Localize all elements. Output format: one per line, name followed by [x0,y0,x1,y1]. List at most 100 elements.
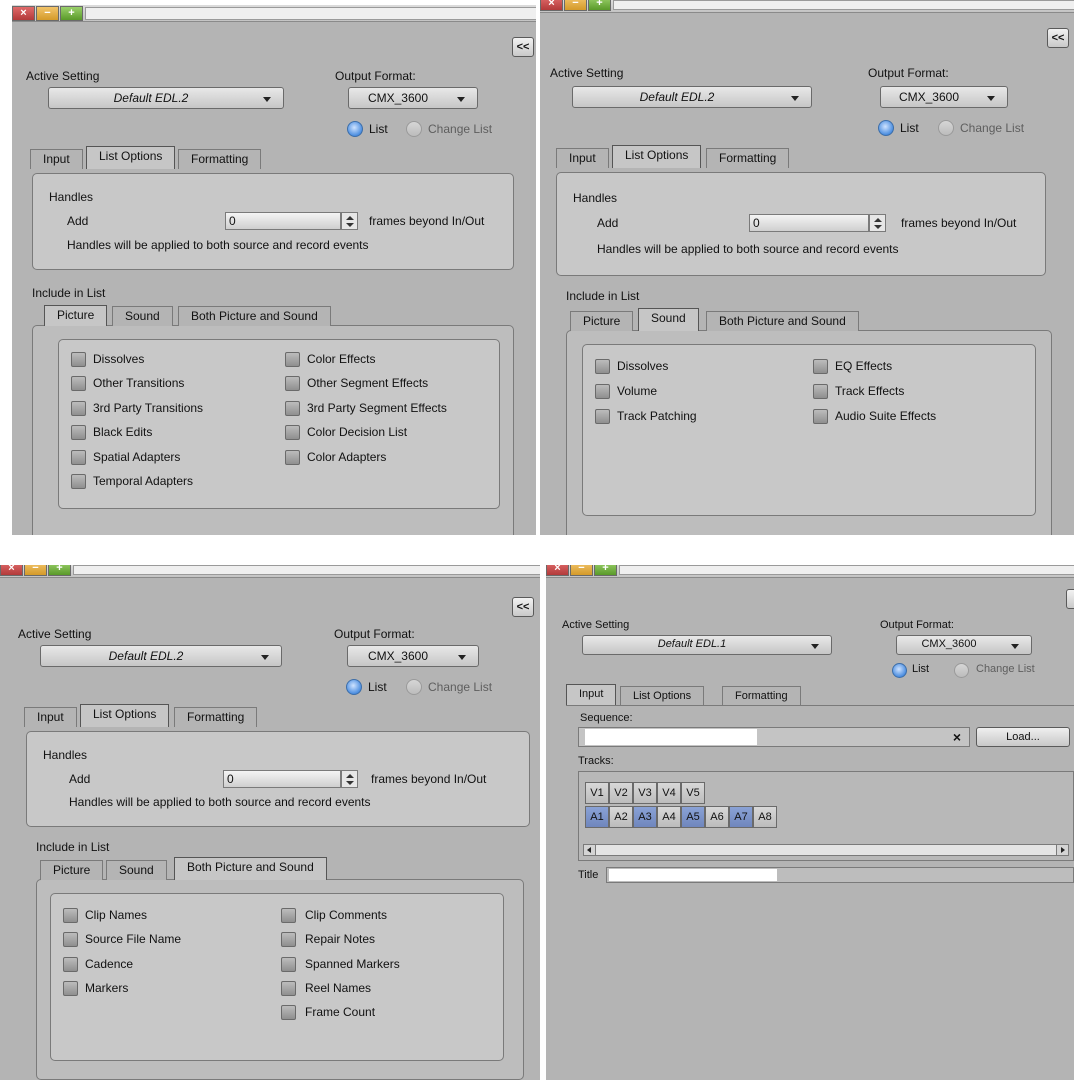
subtab-sound[interactable]: Sound [106,860,167,880]
close-icon[interactable]: × [953,729,961,745]
checkbox-other-transitions[interactable] [71,376,86,391]
load-button[interactable]: Load... [976,727,1070,747]
title-input[interactable] [609,869,777,881]
checkbox-dissolves[interactable] [71,352,86,367]
sequence-input[interactable] [585,729,757,745]
checkbox-clip-names[interactable] [63,908,78,923]
handles-frames-input[interactable]: 0 [225,212,341,230]
handles-stepper[interactable] [341,770,358,788]
change-list-radio[interactable] [954,663,969,678]
checkbox-color-decision-list[interactable] [285,425,300,440]
tab-input[interactable]: Input [566,684,617,705]
tab-input[interactable]: Input [30,149,83,169]
output-format-dropdown[interactable]: CMX_3600 [348,87,478,109]
tab-list-options[interactable]: List Options [80,704,170,727]
checkbox-volume[interactable] [595,384,610,399]
handles-frames-input[interactable]: 0 [749,214,869,232]
checkbox-track-effects[interactable] [813,384,828,399]
track-a1[interactable]: A1 [585,806,609,828]
track-v4[interactable]: V4 [657,782,681,804]
track-v2[interactable]: V2 [609,782,633,804]
checkbox-cadence[interactable] [63,957,78,972]
tab-formatting[interactable]: Formatting [174,707,258,727]
track-a5[interactable]: A5 [681,806,705,828]
subtab-both[interactable]: Both Picture and Sound [706,311,859,331]
subtab-both[interactable]: Both Picture and Sound [178,306,331,326]
track-v1[interactable]: V1 [585,782,609,804]
minimize-window-button[interactable]: − [570,565,593,576]
subtab-sound[interactable]: Sound [112,306,173,326]
change-list-radio[interactable] [406,121,422,137]
checkbox-spatial-adapters[interactable] [71,450,86,465]
close-window-button[interactable]: × [0,565,23,576]
active-setting-dropdown[interactable]: Default EDL.2 [48,87,284,109]
checkbox-audio-suite-effects[interactable] [813,409,828,424]
collapse-button[interactable] [1066,589,1074,609]
checkbox-clip-comments[interactable] [281,908,296,923]
track-v3[interactable]: V3 [633,782,657,804]
minimize-window-button[interactable]: − [36,6,59,21]
track-a4[interactable]: A4 [657,806,681,828]
title-field[interactable] [606,867,1074,883]
active-setting-dropdown[interactable]: Default EDL.2 [572,86,812,108]
track-a3[interactable]: A3 [633,806,657,828]
close-window-button[interactable]: × [546,565,569,576]
change-list-radio[interactable] [938,120,954,136]
checkbox-markers[interactable] [63,981,78,996]
handles-stepper[interactable] [869,214,886,232]
checkbox-dissolves[interactable] [595,359,610,374]
close-window-button[interactable]: × [12,6,35,21]
maximize-window-button[interactable]: + [594,565,617,576]
subtab-both[interactable]: Both Picture and Sound [174,857,327,880]
tracks-scrollbar[interactable] [583,844,1069,856]
checkbox-3rd-party-segment-effects[interactable] [285,401,300,416]
sequence-field[interactable]: × [578,727,970,747]
active-setting-dropdown[interactable]: Default EDL.2 [40,645,282,667]
scroll-right-icon[interactable] [1056,845,1068,855]
change-list-radio[interactable] [406,679,422,695]
tab-formatting[interactable]: Formatting [722,686,801,705]
tab-list-options[interactable]: List Options [620,686,705,705]
maximize-window-button[interactable]: + [588,0,611,11]
minimize-window-button[interactable]: − [564,0,587,11]
checkbox-color-effects[interactable] [285,352,300,367]
list-radio[interactable] [878,120,894,136]
list-radio[interactable] [347,121,363,137]
tab-formatting[interactable]: Formatting [706,148,790,168]
track-a8[interactable]: A8 [753,806,777,828]
checkbox-temporal-adapters[interactable] [71,474,86,489]
tab-list-options[interactable]: List Options [86,146,176,169]
checkbox-black-edits[interactable] [71,425,86,440]
output-format-dropdown[interactable]: CMX_3600 [347,645,479,667]
checkbox-source-file-name[interactable] [63,932,78,947]
output-format-dropdown[interactable]: CMX_3600 [896,635,1032,655]
collapse-button[interactable]: << [1047,28,1069,48]
active-setting-dropdown[interactable]: Default EDL.1 [582,635,832,655]
tab-list-options[interactable]: List Options [612,145,702,168]
tab-formatting[interactable]: Formatting [178,149,262,169]
list-radio[interactable] [892,663,907,678]
tab-input[interactable]: Input [556,148,609,168]
subtab-picture[interactable]: Picture [44,305,108,326]
minimize-window-button[interactable]: − [24,565,47,576]
maximize-window-button[interactable]: + [60,6,83,21]
checkbox-track-patching[interactable] [595,409,610,424]
checkbox-repair-notes[interactable] [281,932,296,947]
maximize-window-button[interactable]: + [48,565,71,576]
checkbox-spanned-markers[interactable] [281,957,296,972]
subtab-sound[interactable]: Sound [638,308,699,331]
tab-input[interactable]: Input [24,707,77,727]
checkbox-color-adapters[interactable] [285,450,300,465]
track-a6[interactable]: A6 [705,806,729,828]
collapse-button[interactable]: << [512,37,534,57]
track-v5[interactable]: V5 [681,782,705,804]
scroll-left-icon[interactable] [584,845,596,855]
handles-frames-input[interactable]: 0 [223,770,341,788]
list-radio[interactable] [346,679,362,695]
checkbox-eq-effects[interactable] [813,359,828,374]
subtab-picture[interactable]: Picture [40,860,104,880]
checkbox-3rd-party-transitions[interactable] [71,401,86,416]
output-format-dropdown[interactable]: CMX_3600 [880,86,1008,108]
checkbox-reel-names[interactable] [281,981,296,996]
track-a2[interactable]: A2 [609,806,633,828]
